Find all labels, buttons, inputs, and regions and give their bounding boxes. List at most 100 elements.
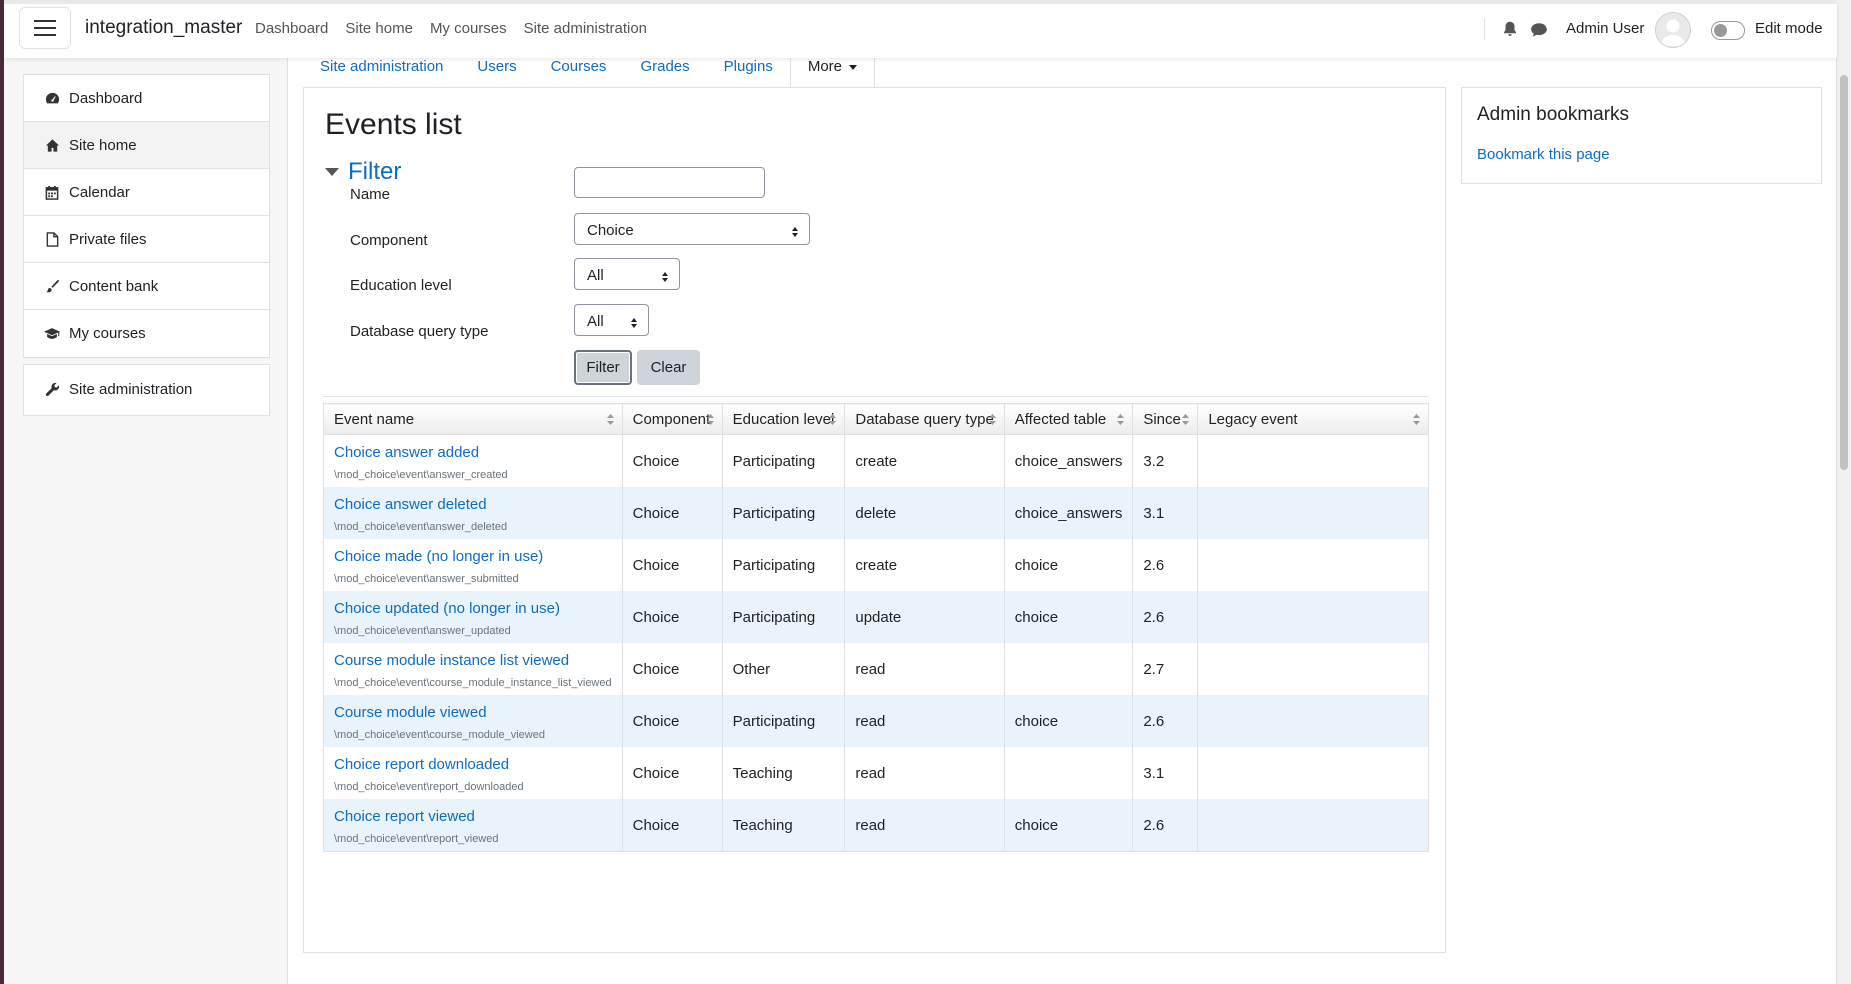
sort-icon [829, 414, 837, 425]
event-name-link[interactable]: Choice made (no longer in use) [334, 548, 612, 565]
table-row: Choice report viewed \mod_choice\event\re… [323, 799, 1429, 852]
cell-affected-table [1003, 643, 1134, 695]
table-row: Choice report downloaded \mod_choice\even… [323, 747, 1429, 799]
event-name-link[interactable]: Choice report viewed [334, 808, 612, 825]
wrench-icon [44, 381, 60, 397]
column-header-database-query-type[interactable]: Database query type [844, 403, 1005, 435]
scrollbar-thumb[interactable] [1840, 75, 1848, 470]
column-header-since[interactable]: Since [1132, 403, 1199, 435]
sort-icon [988, 414, 996, 425]
table-row: Choice answer added \mod_choice\event\ans… [323, 434, 1429, 487]
admin-bookmarks-block: Admin bookmarks Bookmark this page [1461, 87, 1822, 184]
cell-since: 2.7 [1132, 643, 1199, 695]
component-select[interactable]: Choice [574, 213, 810, 245]
cell-legacy-event [1197, 434, 1429, 487]
cell-affected-table [1003, 747, 1134, 799]
table-row: Course module viewed \mod_choice\event\co… [323, 695, 1429, 747]
cell-since: 3.1 [1132, 487, 1199, 539]
filter-section-toggle[interactable]: Filter [325, 158, 401, 186]
cell-legacy-event [1197, 591, 1429, 643]
cell-education-level: Participating [721, 695, 846, 747]
sidebar-item-label: Content bank [69, 277, 159, 295]
sidebar-nav: Dashboard Site home Calendar Private fil… [23, 74, 270, 358]
cell-since: 2.6 [1132, 695, 1199, 747]
sidebar-item-content-bank[interactable]: Content bank [24, 263, 269, 310]
sidebar-item-site-home[interactable]: Site home [24, 122, 269, 169]
bookmark-this-page-link[interactable]: Bookmark this page [1477, 146, 1610, 163]
navbar-divider [1484, 18, 1485, 40]
education-level-select[interactable]: All [574, 258, 680, 290]
tab-more[interactable]: More [789, 54, 876, 87]
event-class-name: \mod_choice\event\course_module_instance… [334, 676, 612, 689]
dashboard-icon [44, 90, 60, 106]
topnav-site-administration[interactable]: Site administration [524, 20, 647, 37]
sidebar-item-private-files[interactable]: Private files [24, 216, 269, 263]
edit-mode-label: Edit mode [1755, 20, 1823, 37]
filter-button[interactable]: Filter [574, 350, 632, 385]
cell-legacy-event [1197, 799, 1429, 852]
edit-mode-toggle[interactable] [1711, 21, 1745, 40]
topnav-site-home[interactable]: Site home [345, 20, 413, 37]
event-name-link[interactable]: Course module viewed [334, 704, 612, 721]
menu-toggle-button[interactable] [19, 7, 71, 49]
user-name[interactable]: Admin User [1566, 20, 1644, 37]
cell-component: Choice [621, 695, 723, 747]
page-scrollbar[interactable] [1836, 0, 1851, 984]
cell-education-level: Participating [721, 591, 846, 643]
sidebar-item-label: My courses [69, 325, 146, 342]
block-title: Admin bookmarks [1477, 104, 1630, 125]
cell-since: 3.1 [1132, 747, 1199, 799]
cell-database-query-type: read [844, 695, 1005, 747]
cell-affected-table: choice [1003, 539, 1134, 591]
column-header-event-name[interactable]: Event name [323, 403, 623, 435]
column-header-component[interactable]: Component [621, 403, 723, 435]
cell-affected-table: choice [1003, 591, 1134, 643]
sidebar-item-label: Dashboard [69, 89, 143, 107]
graduation-cap-icon [44, 326, 60, 342]
event-class-name: \mod_choice\event\answer_updated [334, 624, 511, 637]
topnav-my-courses[interactable]: My courses [430, 20, 507, 37]
column-header-affected-table[interactable]: Affected table [1003, 403, 1134, 435]
paintbrush-icon [44, 278, 60, 294]
tab-grades[interactable]: Grades [623, 54, 706, 87]
cell-legacy-event [1197, 643, 1429, 695]
sidebar-item-my-courses[interactable]: My courses [24, 310, 269, 357]
event-name-link[interactable]: Choice answer deleted [334, 496, 612, 513]
cell-affected-table: choice [1003, 695, 1134, 747]
cell-database-query-type: create [844, 539, 1005, 591]
event-name-link[interactable]: Course module instance list viewed [334, 652, 612, 669]
bell-icon[interactable] [1501, 20, 1519, 38]
sidebar-item-site-administration[interactable]: Site administration [24, 365, 269, 413]
topnav-dashboard[interactable]: Dashboard [255, 20, 328, 37]
avatar[interactable] [1655, 12, 1691, 48]
sort-icon [1413, 414, 1420, 425]
site-brand[interactable]: integration_master [85, 17, 242, 39]
sidebar-item-calendar[interactable]: Calendar [24, 169, 269, 216]
cell-database-query-type: read [844, 643, 1005, 695]
tab-plugins[interactable]: Plugins [707, 54, 790, 87]
cell-database-query-type: update [844, 591, 1005, 643]
event-name-link[interactable]: Choice report downloaded [334, 756, 612, 773]
column-header-education-level[interactable]: Education level [721, 403, 846, 435]
name-label: Name [350, 186, 391, 203]
toggle-knob [1714, 24, 1727, 37]
tab-site-administration[interactable]: Site administration [303, 54, 460, 87]
column-header-legacy-event[interactable]: Legacy event [1197, 403, 1429, 435]
cell-since: 2.6 [1132, 799, 1199, 852]
tab-courses[interactable]: Courses [534, 54, 624, 87]
sidebar-item-dashboard[interactable]: Dashboard [24, 75, 269, 122]
cell-database-query-type: read [844, 799, 1005, 852]
event-name-link[interactable]: Choice answer added [334, 444, 612, 461]
home-icon [44, 137, 60, 153]
primary-navigation: Dashboard Site home My courses Site admi… [255, 20, 647, 37]
cell-affected-table: choice [1003, 799, 1134, 852]
name-field[interactable] [574, 167, 765, 198]
clear-button[interactable]: Clear [637, 350, 700, 385]
cell-education-level: Participating [721, 539, 846, 591]
database-query-type-select-value: All [587, 313, 604, 330]
event-name-link[interactable]: Choice updated (no longer in use) [334, 600, 612, 617]
component-select-value: Choice [587, 222, 634, 239]
chat-icon[interactable] [1530, 21, 1548, 39]
database-query-type-select[interactable]: All [574, 304, 649, 336]
tab-users[interactable]: Users [460, 54, 533, 87]
